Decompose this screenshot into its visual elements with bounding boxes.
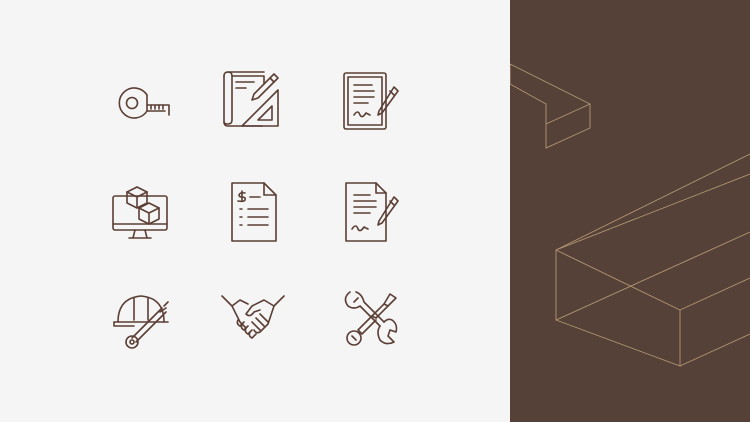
document-signing-icon (334, 177, 404, 247)
brand-panel (510, 0, 750, 422)
icon-grid (0, 0, 510, 422)
geometric-line-graphic (510, 63, 750, 367)
hard-hat-wrench-icon (108, 284, 178, 354)
blueprint-pencil-ruler-icon (216, 64, 286, 134)
tape-measure-icon (105, 67, 175, 137)
signed-contract-icon (334, 67, 404, 137)
tools-wrench-screwdriver-icon (336, 284, 406, 354)
invoice-document-icon (220, 177, 290, 247)
handshake-icon (218, 282, 288, 352)
3d-model-monitor-icon (105, 176, 175, 246)
